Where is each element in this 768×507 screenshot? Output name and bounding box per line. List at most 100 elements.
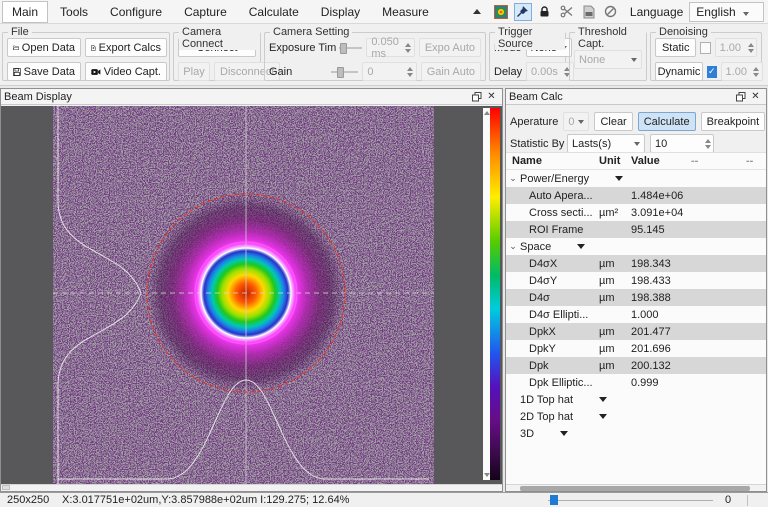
delay-spinbox[interactable]: 0.00s [526, 62, 574, 81]
static-spin-arrows[interactable] [745, 39, 756, 56]
group-dropdown-icon[interactable] [615, 176, 623, 181]
calc-group-row[interactable]: 3D [506, 425, 766, 442]
camera-setting-group: Camera Setting Exposure Tim 0.050 ms Exp… [264, 32, 486, 81]
calc-group-row[interactable]: ⌄Space [506, 238, 766, 255]
beam-image-icon [494, 5, 508, 19]
menu-item-tools[interactable]: Tools [50, 1, 98, 23]
static-button[interactable]: Static [655, 38, 696, 57]
export-calcs-button[interactable]: Export Calcs [85, 38, 167, 57]
aperature-combo[interactable]: 0 [563, 112, 589, 131]
language-select[interactable]: English [689, 2, 764, 22]
menu-item-configure[interactable]: Configure [100, 1, 172, 23]
calc-table-row[interactable]: DpkYµm201.696 [506, 340, 766, 357]
static-checkbox[interactable] [700, 42, 710, 54]
calc-table-row[interactable]: Dpkµm200.132 [506, 357, 766, 374]
calc-table-row[interactable]: ROI Frame95.145 [506, 221, 766, 238]
exposure-slider-handle[interactable] [340, 43, 347, 54]
chevron-down-icon [634, 142, 640, 146]
chevron-down-icon[interactable]: ⌄ [506, 173, 520, 184]
chevron-down-icon[interactable]: ⌄ [506, 241, 520, 252]
menu-item-main[interactable]: Main [2, 1, 48, 23]
calc-group-label: 3D [520, 428, 534, 440]
close-panel-button[interactable]: ✕ [748, 90, 763, 103]
scrollbar-thumb[interactable] [520, 486, 750, 491]
triangle-up-icon [473, 9, 481, 14]
calc-table-row[interactable]: DpkXµm201.477 [506, 323, 766, 340]
open-data-button[interactable]: Open Data [7, 38, 81, 57]
lock-button[interactable] [536, 3, 554, 21]
calc-group-row[interactable]: 1D Top hat [506, 391, 766, 408]
beam-calc-title: Beam Calc [509, 91, 733, 103]
beam-calc-body: Aperature 0 Clear Calculate Breakpoint S… [506, 106, 766, 484]
exposure-spin-arrows[interactable] [403, 39, 414, 56]
calc-table-row[interactable]: D4σXµm198.343 [506, 255, 766, 272]
statistic-count-spinbox[interactable]: 10 [650, 134, 714, 153]
group-dropdown-icon[interactable] [599, 397, 607, 402]
calc-group-row[interactable]: 2D Top hat [506, 408, 766, 425]
report-button[interactable] [580, 3, 598, 21]
float-panel-button[interactable] [733, 90, 748, 103]
breakpoint-button[interactable]: Breakpoint [701, 112, 766, 131]
dynamic-spinbox[interactable]: 1.00 [721, 62, 763, 81]
calc-table-row[interactable]: Dpk Elliptic...0.999 [506, 374, 766, 391]
gain-spinbox[interactable]: 0 [362, 62, 416, 81]
beam-calc-hscrollbar[interactable] [506, 484, 766, 491]
beam-image[interactable] [53, 106, 434, 484]
gain-auto-button[interactable]: Gain Auto [421, 62, 481, 81]
gain-slider[interactable] [331, 65, 359, 79]
cut-button[interactable] [558, 3, 576, 21]
calc-table-row[interactable]: Cross secti...µm²3.091e+04 [506, 204, 766, 221]
exposure-spinbox[interactable]: 0.050 ms [366, 38, 415, 57]
statusbar: 250x250 X:3.017751e+02um,Y:3.857988e+02u… [0, 492, 768, 507]
chevron-down-icon [743, 12, 749, 16]
calc-table-row[interactable]: D4σ Ellipti...1.000 [506, 306, 766, 323]
dynamic-spin-arrows[interactable] [751, 63, 762, 80]
beam-display-panel: Beam Display ✕ [0, 88, 503, 492]
zoom-slider-handle[interactable] [550, 495, 558, 505]
file-group-label: File [8, 26, 32, 38]
help-button[interactable] [602, 3, 620, 21]
gain-slider-handle[interactable] [337, 67, 344, 78]
colorbar-gutter[interactable] [483, 108, 490, 480]
statusbar-divider [747, 495, 748, 506]
collapse-toolbar-button[interactable] [470, 3, 488, 21]
expo-auto-button[interactable]: Expo Auto [419, 38, 481, 57]
beam-view-button[interactable] [492, 3, 510, 21]
threshold-combo[interactable]: None [574, 50, 642, 69]
save-data-button[interactable]: Save Data [7, 62, 81, 81]
menu-item-display[interactable]: Display [311, 1, 370, 23]
exposure-slider[interactable] [339, 41, 362, 55]
play-button[interactable]: Play [178, 62, 210, 81]
calc-table-row[interactable]: Auto Apera...1.484e+06 [506, 187, 766, 204]
gain-spin-arrows[interactable] [405, 63, 416, 80]
menu-item-capture[interactable]: Capture [174, 1, 237, 23]
clear-button[interactable]: Clear [594, 112, 632, 131]
threshold-capture-group: Threshold Capt. None [569, 32, 647, 81]
save-icon [13, 66, 21, 78]
calc-table-row[interactable]: D4σµm198.388 [506, 289, 766, 306]
group-dropdown-icon[interactable] [577, 244, 585, 249]
calc-group-row[interactable]: ⌄Power/Energy [506, 170, 766, 187]
static-spinbox[interactable]: 1.00 [715, 38, 757, 57]
y-profile-curve [58, 106, 141, 484]
float-panel-button[interactable] [469, 90, 484, 103]
beam-display-canvas[interactable] [1, 106, 502, 484]
group-dropdown-icon[interactable] [599, 414, 607, 419]
zoom-slider[interactable] [548, 495, 713, 505]
calc-table-row[interactable]: D4σYµm198.433 [506, 272, 766, 289]
calc-table: NameUnitValue----⌄Power/EnergyAuto Apera… [506, 152, 766, 484]
menu-item-calculate[interactable]: Calculate [239, 1, 309, 23]
video-capture-button[interactable]: Video Capt. [85, 62, 167, 81]
dynamic-button[interactable]: Dynamic [655, 62, 703, 81]
close-panel-button[interactable]: ✕ [484, 90, 499, 103]
statistic-combo[interactable]: Lasts(s) [567, 134, 645, 153]
beam-display-header: Beam Display ✕ [1, 89, 502, 105]
dynamic-checkbox[interactable]: ✓ [707, 66, 717, 78]
beam-display-hscrollbar[interactable] [1, 484, 502, 491]
menu-item-measure[interactable]: Measure [372, 1, 439, 23]
group-dropdown-icon[interactable] [560, 431, 568, 436]
statistic-spin-arrows[interactable] [702, 135, 713, 152]
pin-button[interactable] [514, 3, 532, 21]
calculate-button[interactable]: Calculate [638, 112, 696, 131]
threshold-capture-label: Threshold Capt. [575, 26, 646, 50]
